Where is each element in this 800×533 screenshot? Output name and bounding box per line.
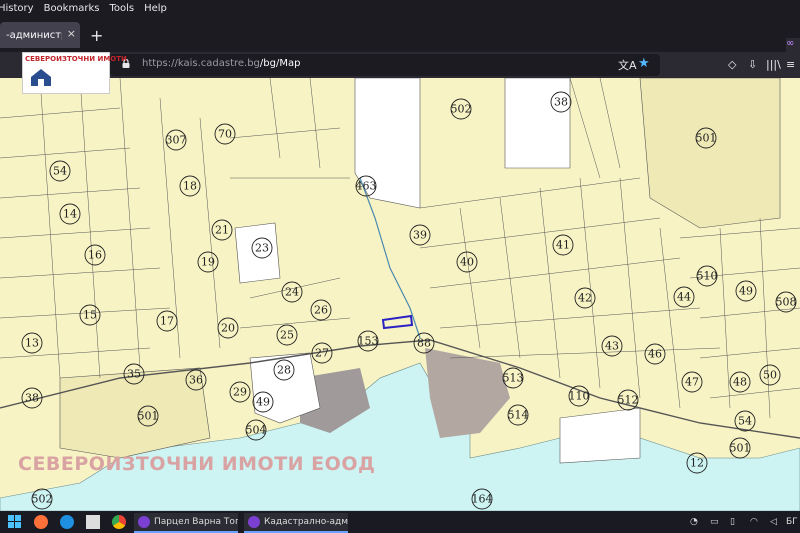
tab-title: -административ — [6, 29, 62, 41]
parcel-label: 16 — [88, 249, 102, 262]
parcel-label: 501 — [730, 442, 751, 455]
tab-close-icon[interactable]: × — [67, 27, 76, 40]
map-canvas: 307 70 502 38 501 54 18 463 14 21 23 39 41 16 19 40 510 2… — [0, 78, 800, 511]
parcel-label: 13 — [25, 337, 39, 350]
tray-display-icon[interactable]: ▭ — [710, 517, 719, 527]
parcel-label: 501 — [138, 410, 159, 423]
parcel-label: 14 — [63, 208, 77, 221]
menu-tools[interactable]: Tools — [109, 3, 134, 14]
tray-language[interactable]: БГ — [786, 517, 798, 527]
parcel-label: 164 — [472, 493, 493, 506]
company-logo: СЕВЕРОИЗТОЧНИ ИМОТИ — [22, 52, 127, 94]
parcel-label: 54 — [738, 415, 752, 428]
library-icon[interactable]: |||\ — [766, 58, 781, 71]
parcel-label: 40 — [460, 256, 474, 269]
parcel-label: 110 — [569, 390, 590, 403]
browser-icon — [138, 516, 150, 528]
parcel-label: 153 — [358, 335, 379, 348]
parcel-label: 46 — [648, 348, 662, 361]
menu-bookmarks[interactable]: Bookmarks — [44, 3, 100, 14]
parcel-label: 12 — [690, 457, 704, 470]
store-icon[interactable] — [86, 515, 100, 529]
parcel-label: 24 — [285, 286, 299, 299]
edge-icon[interactable] — [60, 515, 74, 529]
watermark-text: СЕВЕРОИЗТОЧНИ ИМОТИ ЕООД — [18, 453, 376, 475]
white-zone-4 — [559, 407, 641, 464]
logo-text: СЕВЕРОИЗТОЧНИ ИМОТИ — [25, 55, 127, 63]
house-icon — [31, 69, 51, 86]
parcel-label: 47 — [685, 376, 699, 389]
parcel-label: 501 — [696, 132, 717, 145]
parcel-label: 18 — [183, 180, 197, 193]
tray-volume-icon[interactable]: ◁ — [770, 517, 777, 527]
parcel-label: 508 — [776, 296, 797, 309]
parcel-label: 20 — [221, 322, 235, 335]
parcel-label: 514 — [508, 409, 529, 422]
star-icon[interactable]: ★ — [638, 56, 650, 71]
menu-help[interactable]: Help — [144, 3, 167, 14]
windows-start-icon[interactable] — [8, 515, 22, 529]
firefox-icon[interactable] — [34, 515, 48, 529]
tab-bar: -административ × + ∞ — [0, 16, 800, 52]
parcel-label: 70 — [218, 128, 232, 141]
parcel-label: 54 — [53, 165, 67, 178]
parcel-label: 27 — [315, 347, 329, 360]
parcel-label: 38 — [25, 392, 39, 405]
parcel-label: 49 — [256, 396, 270, 409]
parcel-label: 463 — [356, 180, 377, 193]
parcel-label: 502 — [451, 103, 472, 116]
new-tab-button[interactable]: + — [90, 26, 103, 45]
parcel-label: 28 — [277, 364, 291, 377]
taskbar-task-2[interactable]: Кадастрално-админ... — [244, 513, 348, 533]
url-bar[interactable]: https://kais.cadastre.bg/bg/Map 文A ★ — [110, 54, 660, 76]
parcel-label: 38 — [554, 96, 568, 109]
taskbar-task-1[interactable]: Парцел Варна Тополи... — [134, 513, 238, 533]
menu-history[interactable]: History — [0, 3, 34, 14]
parcel-label: 44 — [677, 291, 691, 304]
tray-wifi-icon[interactable]: ◠ — [750, 517, 758, 527]
parcel-label: 510 — [697, 270, 718, 283]
parcel-label: 41 — [556, 239, 570, 252]
parcel-label: 50 — [763, 369, 777, 382]
parcel-label: 35 — [127, 368, 141, 381]
parcel-label: 23 — [255, 242, 269, 255]
parcel-label: 48 — [733, 376, 747, 389]
tray-phone-icon[interactable]: ▯ — [730, 517, 735, 527]
parcel-label: 17 — [160, 315, 174, 328]
parcel-label: 88 — [417, 337, 431, 350]
download-icon[interactable]: ⇩ — [748, 58, 757, 71]
menu-icon[interactable]: ≡ — [786, 58, 795, 71]
tab-active[interactable]: -административ × — [0, 22, 80, 48]
white-zone-2 — [504, 78, 571, 169]
parcel-label: 25 — [280, 329, 294, 342]
browser-icon — [248, 516, 260, 528]
parcel-label: 26 — [314, 304, 328, 317]
parcel-label: 39 — [413, 229, 427, 242]
pocket-icon[interactable]: ◇ — [728, 58, 736, 71]
parcel-label: 42 — [578, 292, 592, 305]
url-text: https://kais.cadastre.bg/bg/Map — [142, 58, 301, 69]
taskbar: Парцел Варна Тополи... Кадастрално-админ… — [0, 511, 800, 533]
parcel-label: 513 — [503, 372, 524, 385]
parcel-label: 19 — [201, 256, 215, 269]
parcel-label: 43 — [605, 340, 619, 353]
tray-chat-icon[interactable]: ◔ — [690, 517, 698, 527]
parcel-label: 49 — [739, 285, 753, 298]
chrome-icon[interactable] — [112, 515, 126, 529]
cadastral-map[interactable]: 307 70 502 38 501 54 18 463 14 21 23 39 41 16 19 40 510 2… — [0, 78, 800, 511]
menu-bar: History Bookmarks Tools Help — [0, 0, 800, 16]
parcel-label: 29 — [233, 386, 247, 399]
highlighted-parcel[interactable] — [381, 314, 414, 330]
parcel-label: 36 — [189, 374, 203, 387]
urban-block-ne — [639, 78, 781, 229]
parcel-label: 15 — [83, 309, 97, 322]
parcel-label: 512 — [618, 394, 639, 407]
parcel-label: 504 — [246, 424, 267, 437]
parcel-label: 502 — [32, 493, 53, 506]
parcel-label: 307 — [166, 134, 187, 147]
parcel-label: 21 — [215, 224, 229, 237]
translate-icon[interactable]: 文A — [618, 57, 637, 73]
extension-icon[interactable]: ∞ — [786, 38, 800, 52]
